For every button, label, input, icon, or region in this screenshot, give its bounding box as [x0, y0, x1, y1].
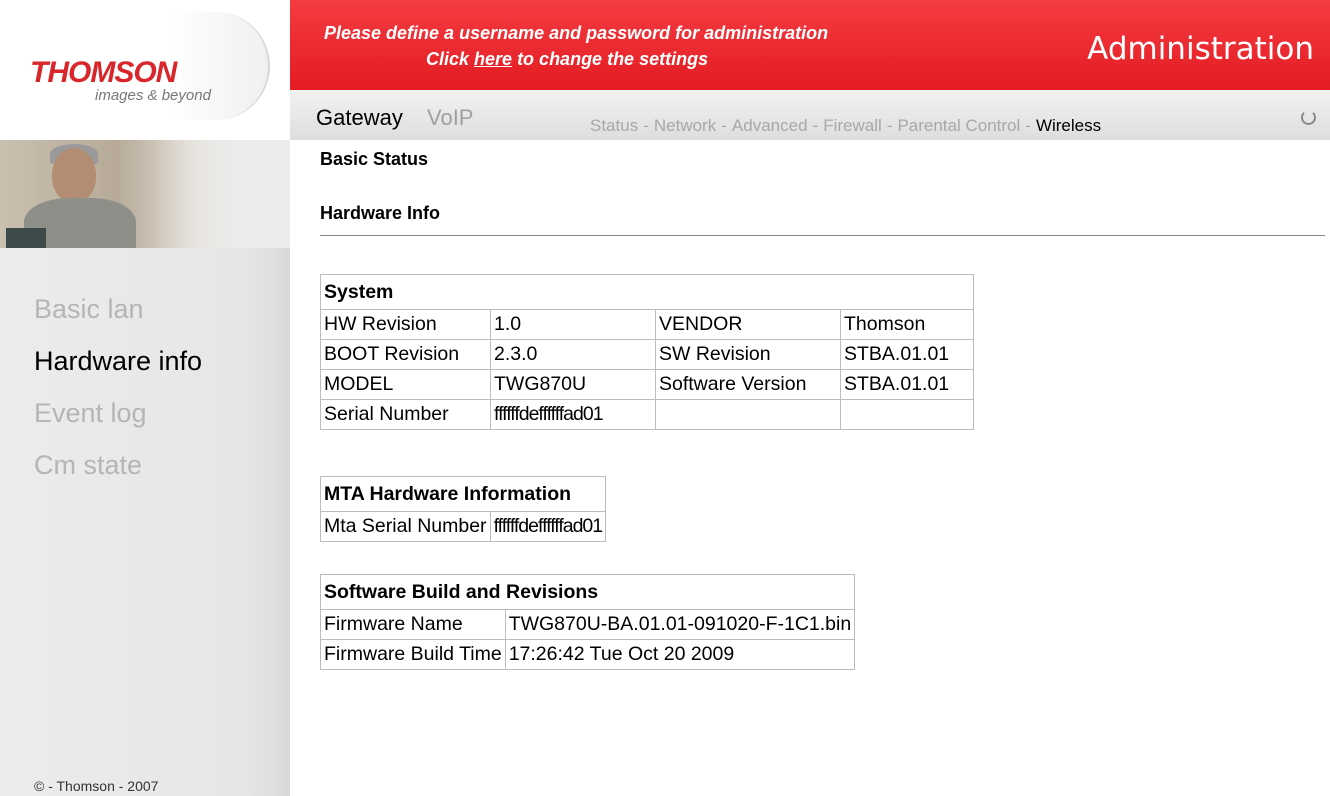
subnav-separator: -: [721, 116, 727, 135]
warning-line-2-prefix: Click: [426, 49, 475, 69]
table-cell: Thomson: [840, 309, 974, 340]
table-cell: MODEL: [320, 369, 491, 400]
left-panel: THOMSON images & beyond Basic lan Hardwa…: [0, 0, 290, 796]
table-cell: ffffffdeffffffad01: [490, 399, 656, 430]
table-row: HW Revision 1.0 VENDOR Thomson: [320, 309, 974, 340]
sidebar-item-basic-lan[interactable]: Basic lan: [34, 283, 202, 335]
table-cell: TWG870U: [490, 369, 656, 400]
section-heading: Hardware Info: [320, 203, 441, 223]
table-cell: SW Revision: [655, 339, 841, 370]
table-cell: 2.3.0: [490, 339, 656, 370]
table-cell: BOOT Revision: [320, 339, 491, 370]
subnav-parental-control[interactable]: Parental Control: [897, 116, 1020, 135]
logo-area: THOMSON images & beyond: [0, 0, 290, 140]
table-cell: Firmware Name: [320, 609, 506, 640]
subnav-advanced[interactable]: Advanced: [732, 116, 808, 135]
divider: [320, 235, 1325, 236]
table-row: BOOT Revision 2.3.0 SW Revision STBA.01.…: [320, 339, 974, 370]
change-settings-link[interactable]: here: [474, 49, 512, 69]
table-row: Firmware Build Time 17:26:42 Tue Oct 20 …: [320, 639, 856, 670]
table-row: MODEL TWG870U Software Version STBA.01.0…: [320, 369, 974, 400]
refresh-icon[interactable]: [1301, 110, 1316, 125]
subnav-separator: -: [643, 116, 649, 135]
sidebar-item-cm-state[interactable]: Cm state: [34, 439, 202, 491]
table-cell: STBA.01.01: [840, 369, 974, 400]
warning-line-2-suffix: to change the settings: [512, 49, 709, 69]
header-photo: [0, 140, 290, 248]
table-cell: Firmware Build Time: [320, 639, 506, 670]
top-nav: Gateway VoIP Status - Network - Advanced - Fir…: [290, 90, 1330, 140]
table-header: Software Build and Revisions: [319, 574, 856, 610]
table-cell: Serial Number: [320, 399, 491, 430]
subnav-status[interactable]: Status: [590, 116, 638, 135]
table-cell: Software Version: [655, 369, 841, 400]
logo-tagline: images & beyond: [95, 87, 211, 104]
admin-warning-message: Please define a username and password fo…: [324, 20, 944, 72]
copyright-text: © - Thomson - 2007: [34, 778, 159, 794]
section-title-administration: Administration: [1087, 31, 1314, 67]
table-cell: [655, 399, 841, 430]
table-cell: 17:26:42 Tue Oct 20 2009: [504, 639, 856, 670]
subnav-network[interactable]: Network: [654, 116, 716, 135]
sidebar-item-hardware-info[interactable]: Hardware info: [34, 335, 202, 387]
subnav: Status - Network - Advanced - Firewall - Parenta…: [590, 116, 1101, 136]
tab-voip[interactable]: VoIP: [427, 105, 473, 131]
subnav-separator: -: [886, 116, 893, 135]
table-cell: 1.0: [490, 309, 656, 340]
sidebar-nav: Basic lan Hardware info Event log Cm sta…: [34, 283, 202, 491]
subnav-separator: -: [1025, 116, 1031, 135]
table-cell: TWG870U-BA.01.01-091020-F-1C1.bin: [504, 609, 856, 640]
sidebar-item-event-log[interactable]: Event log: [34, 387, 202, 439]
mta-table: MTA Hardware Information Mta Serial Numb…: [319, 476, 607, 542]
warning-line-2: Click here to change the settings: [324, 46, 944, 72]
table-cell: Mta Serial Number: [320, 511, 491, 542]
header-banner: Please define a username and password fo…: [290, 0, 1330, 90]
subnav-wireless[interactable]: Wireless: [1036, 116, 1101, 135]
subnav-firewall[interactable]: Firewall: [823, 116, 882, 135]
table-header: MTA Hardware Information: [319, 476, 607, 512]
table-cell: HW Revision: [320, 309, 491, 340]
software-build-table: Software Build and Revisions Firmware Na…: [319, 574, 856, 670]
table-row: Mta Serial Number ffffffdeffffffad01: [320, 511, 607, 542]
thomson-logo[interactable]: THOMSON: [30, 58, 177, 88]
table-row: Serial Number ffffffdeffffffad01: [320, 399, 974, 430]
tab-gateway[interactable]: Gateway: [316, 105, 403, 131]
page-title: Basic Status: [320, 149, 429, 169]
table-cell: [840, 399, 974, 430]
table-row: Firmware Name TWG870U-BA.01.01-091020-F-…: [320, 609, 856, 640]
table-cell: STBA.01.01: [840, 339, 974, 370]
warning-line-1: Please define a username and password fo…: [324, 23, 829, 43]
table-cell: ffffffdeffffffad01: [489, 511, 607, 542]
table-header: System: [320, 274, 974, 310]
system-table: System HW Revision 1.0 VENDOR Thomson BO…: [320, 274, 974, 430]
table-cell: VENDOR: [655, 309, 841, 340]
subnav-separator: -: [812, 116, 819, 135]
